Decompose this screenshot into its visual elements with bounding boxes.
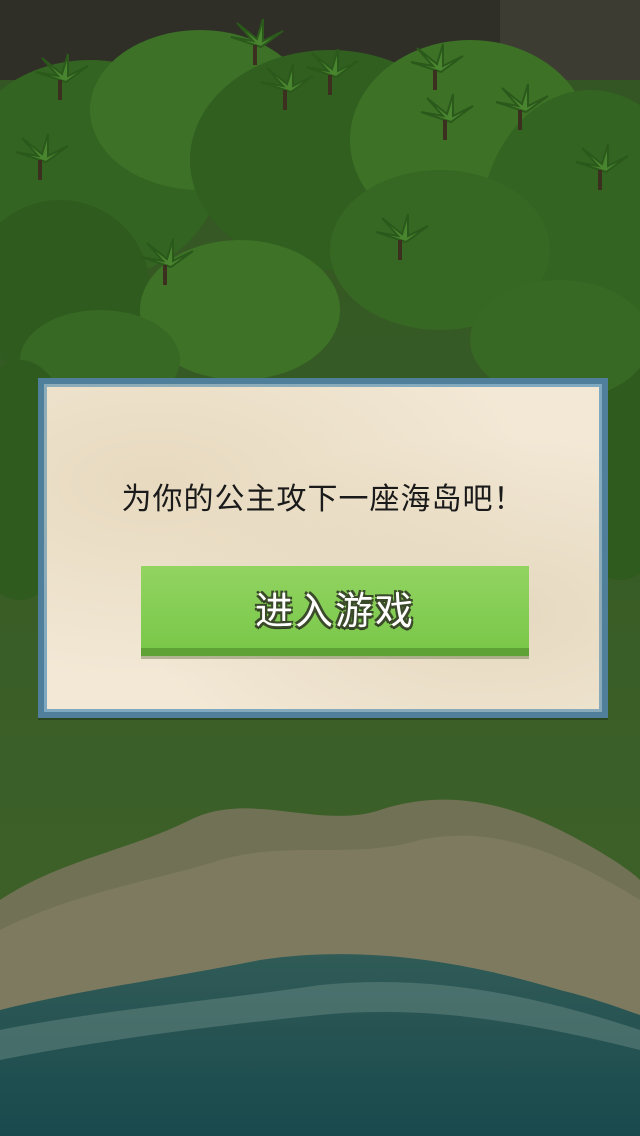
enter-game-button-label: 进入游戏 [254, 589, 415, 633]
enter-game-button[interactable]: 进入游戏 [141, 566, 529, 656]
game-scene: 为你的公主攻下一座海岛吧！ 进入游戏 [0, 0, 640, 1136]
dialog-message: 为你的公主攻下一座海岛吧！ [121, 482, 525, 517]
intro-dialog: 为你的公主攻下一座海岛吧！ 进入游戏 [38, 378, 608, 718]
